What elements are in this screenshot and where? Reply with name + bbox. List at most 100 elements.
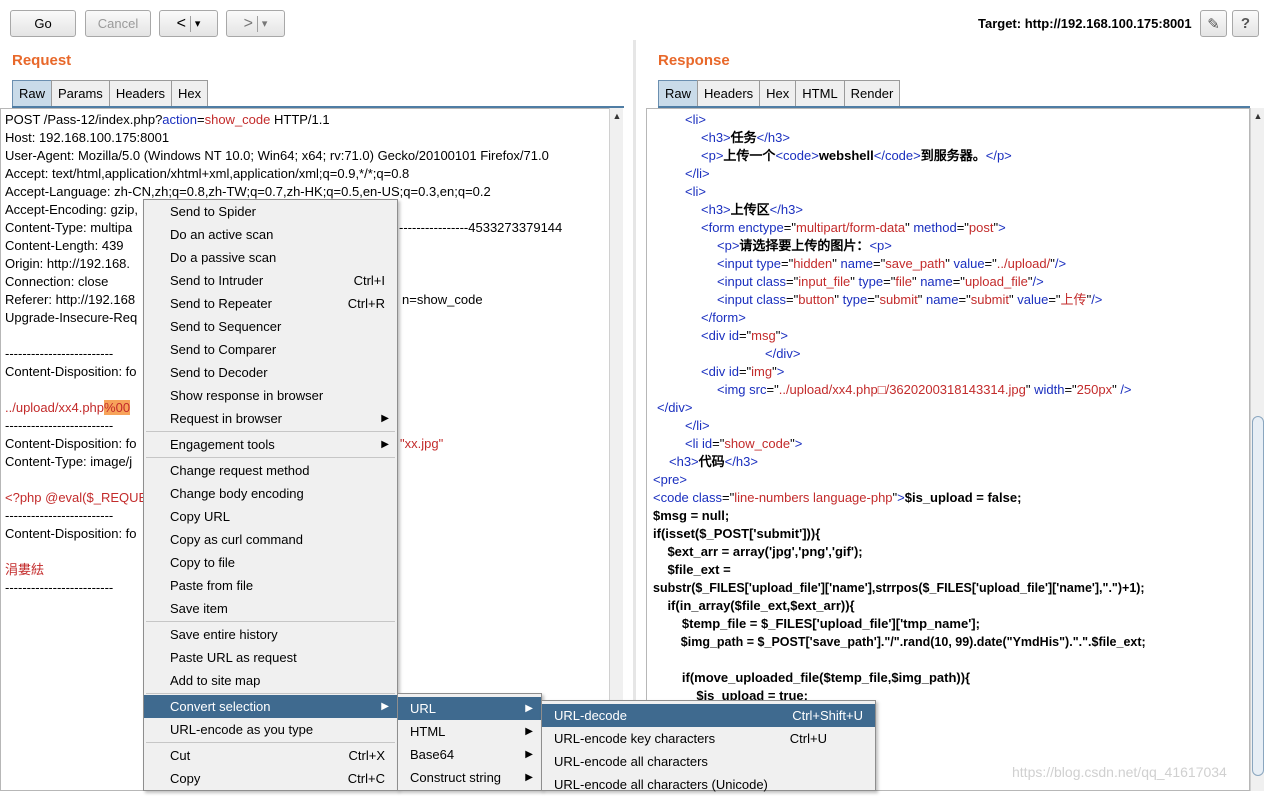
response-line: if(isset($_POST['submit'])){	[653, 526, 821, 541]
menu-item-passive-scan[interactable]: Do a passive scan	[144, 246, 397, 269]
response-tab-render[interactable]: Render	[843, 80, 901, 106]
context-menu: Send to Spider Do an active scan Do a pa…	[143, 199, 398, 791]
menu-item-send-to-repeater[interactable]: Send to Repeater Ctrl+R	[144, 292, 397, 315]
response-line: </div>	[657, 400, 693, 415]
forward-separator	[256, 15, 258, 32]
menu-separator	[146, 431, 395, 432]
response-line: <li id="show_code">	[685, 436, 803, 451]
menu-item-show-response-in-browser[interactable]: Show response in browser	[144, 384, 397, 407]
menu-item-copy-to-file[interactable]: Copy to file	[144, 551, 397, 574]
request-line: Content-Length: 439	[5, 238, 124, 253]
convert-submenu: URL ▶ HTML ▶ Base64 ▶ Construct string ▶	[397, 693, 542, 791]
request-tab-params[interactable]: Params	[51, 80, 110, 106]
submenu-arrow-icon: ▶	[525, 772, 533, 783]
forward-arrow-icon: >	[243, 14, 253, 32]
back-button[interactable]: < ▾	[159, 10, 218, 37]
submenu-item-html[interactable]: HTML ▶	[398, 720, 541, 743]
menu-item-copy-url[interactable]: Copy URL	[144, 505, 397, 528]
back-dropdown-icon[interactable]: ▾	[195, 17, 201, 30]
response-tab-html[interactable]: HTML	[795, 80, 845, 106]
menu-separator	[146, 693, 395, 694]
response-line: <div id="msg">	[701, 328, 788, 343]
menu-item-save-item[interactable]: Save item	[144, 597, 397, 620]
response-line: <pre>	[653, 472, 687, 487]
submenu-item-url-encode-all-unicode[interactable]: URL-encode all characters (Unicode)	[542, 773, 875, 796]
request-line: -------------------------	[5, 346, 114, 361]
menu-item-change-request-method[interactable]: Change request method	[144, 459, 397, 482]
response-line: if(in_array($file_ext,$ext_arr)){	[653, 598, 855, 613]
submenu-item-url[interactable]: URL ▶	[398, 697, 541, 720]
menu-separator	[146, 621, 395, 622]
menu-item-send-to-spider[interactable]: Send to Spider	[144, 200, 397, 223]
response-tab-headers[interactable]: Headers	[697, 80, 761, 106]
response-tab-hex[interactable]: Hex	[759, 80, 797, 106]
request-tab-headers[interactable]: Headers	[108, 80, 172, 106]
response-editor[interactable]: <li> <h3>任务</h3> <p>上传一个<code>webshell</…	[646, 108, 1250, 791]
menu-item-request-in-browser[interactable]: Request in browser ▶	[144, 407, 397, 430]
menu-item-add-to-site-map[interactable]: Add to site map	[144, 669, 397, 692]
url-submenu: URL-decode Ctrl+Shift+U URL-encode key ch…	[541, 700, 876, 792]
response-line: </li>	[685, 418, 710, 433]
split-divider[interactable]	[633, 40, 636, 791]
request-tab-raw[interactable]: Raw	[12, 80, 53, 106]
menu-item-send-to-sequencer[interactable]: Send to Sequencer	[144, 315, 397, 338]
menu-item-paste-url-as-request[interactable]: Paste URL as request	[144, 646, 397, 669]
request-line: Accept-Encoding: gzip,	[5, 202, 138, 217]
menu-item-url-encode-as-you-type[interactable]: URL-encode as you type	[144, 718, 397, 741]
response-line: substr($_FILES['upload_file']['name'],st…	[653, 581, 1145, 595]
menu-separator	[146, 742, 395, 743]
request-line: ----------------4533273379144	[399, 220, 563, 235]
menu-item-send-to-decoder[interactable]: Send to Decoder	[144, 361, 397, 384]
menu-item-save-entire-history[interactable]: Save entire history	[144, 623, 397, 646]
response-line: $msg = null;	[653, 508, 730, 523]
edit-target-button[interactable]: ✎	[1200, 10, 1227, 37]
response-line: </li>	[685, 166, 710, 181]
menu-item-copy[interactable]: Copy Ctrl+C	[144, 767, 397, 790]
scroll-up-icon[interactable]: ▲	[1252, 111, 1264, 123]
submenu-item-url-encode-all[interactable]: URL-encode all characters	[542, 750, 875, 773]
cancel-button[interactable]: Cancel	[85, 10, 151, 37]
request-line: Upgrade-Insecure-Req	[5, 310, 138, 325]
response-line: $ext_arr = array('jpg','png','gif');	[653, 544, 863, 559]
request-line: Content-Disposition: fo	[5, 526, 137, 541]
submenu-item-url-decode[interactable]: URL-decode Ctrl+Shift+U	[542, 704, 875, 727]
scroll-up-icon[interactable]: ▲	[611, 111, 623, 123]
menu-item-send-to-comparer[interactable]: Send to Comparer	[144, 338, 397, 361]
menu-item-active-scan[interactable]: Do an active scan	[144, 223, 397, 246]
menu-item-send-to-intruder[interactable]: Send to Intruder Ctrl+I	[144, 269, 397, 292]
submenu-item-url-encode-key[interactable]: URL-encode key characters Ctrl+U	[542, 727, 875, 750]
submenu-arrow-icon: ▶	[525, 703, 533, 714]
submenu-arrow-icon: ▶	[381, 701, 389, 712]
request-scrollbar[interactable]: ▲	[609, 108, 623, 791]
menu-item-change-body-encoding[interactable]: Change body encoding	[144, 482, 397, 505]
request-line: Origin: http://192.168.	[5, 256, 131, 271]
response-tab-raw[interactable]: Raw	[658, 80, 699, 106]
forward-button[interactable]: > ▾	[226, 10, 285, 37]
pencil-icon: ✎	[1207, 15, 1220, 33]
request-tabs: Raw Params Headers Hex	[12, 80, 209, 106]
response-title: Response	[658, 52, 730, 69]
menu-item-paste-from-file[interactable]: Paste from file	[144, 574, 397, 597]
menu-item-convert-selection[interactable]: Convert selection ▶	[144, 695, 397, 718]
request-line: Host: 192.168.100.175:8001	[5, 130, 170, 145]
go-button[interactable]: Go	[10, 10, 76, 37]
help-button[interactable]: ?	[1232, 10, 1259, 37]
request-line: n=show_code	[402, 292, 483, 307]
scroll-thumb[interactable]	[1252, 416, 1264, 776]
response-line: $img_path = $_POST['save_path']."/".rand…	[653, 635, 1146, 649]
response-line: </form>	[701, 310, 746, 325]
menu-item-copy-as-curl[interactable]: Copy as curl command	[144, 528, 397, 551]
submenu-item-base64[interactable]: Base64 ▶	[398, 743, 541, 766]
response-line: <li>	[685, 184, 706, 199]
forward-dropdown-icon[interactable]: ▾	[262, 17, 268, 30]
menu-item-engagement-tools[interactable]: Engagement tools ▶	[144, 433, 397, 456]
menu-item-cut[interactable]: Cut Ctrl+X	[144, 744, 397, 767]
request-tab-hex[interactable]: Hex	[170, 80, 209, 106]
request-line: Content-Type: multipa	[5, 220, 133, 235]
submenu-item-construct-string[interactable]: Construct string ▶	[398, 766, 541, 789]
response-line: <form enctype="multipart/form-data" meth…	[701, 220, 1006, 235]
response-scrollbar[interactable]: ▲	[1250, 108, 1264, 791]
response-line: <div id="img">	[701, 364, 785, 379]
response-line: <p>请选择要上传的图片：<p>	[717, 238, 892, 253]
request-line: -------------------------	[5, 580, 114, 595]
